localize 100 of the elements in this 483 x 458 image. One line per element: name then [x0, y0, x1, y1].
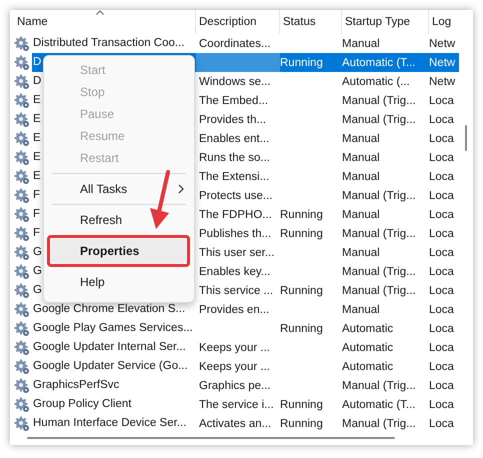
table-cell-text: Manual (Trig... [342, 112, 417, 128]
table-cell-text: Running [280, 284, 324, 298]
table-cell-text: Manual [342, 170, 381, 184]
gear-icon [14, 226, 30, 242]
gear-icon [14, 92, 30, 108]
table-cell-text: Coordinates... [198, 36, 272, 52]
table-cell-text: Loca [429, 188, 455, 204]
table-cell-text: Manual (Trig... [342, 416, 417, 432]
table-cell[interactable]: Human Interface Device Ser... [32, 414, 196, 433]
menu-item[interactable]: Refresh [44, 209, 194, 231]
table-cell-text: Automatic [342, 340, 394, 356]
table-cell-text: Running [280, 208, 324, 222]
gear-icon [14, 168, 30, 184]
table-cell-text: Loca [429, 208, 455, 222]
table-cell-text: Loca [429, 94, 455, 108]
table-cell-text: The Extensi... [198, 170, 270, 184]
table-cell[interactable]: Google Chrome Elevation S... [32, 300, 196, 319]
menu-item[interactable]: Properties [51, 239, 186, 263]
table-cell-text: Enables ent... [198, 132, 270, 146]
table-cell[interactable]: Google Play Games Services... [32, 319, 196, 338]
table-cell-text: Keeps your ... [198, 360, 271, 374]
table-cell-text: Publishes th... [198, 226, 272, 242]
gear-icon [14, 282, 30, 298]
table-cell[interactable]: Group Policy Client [32, 395, 196, 414]
column-header[interactable]: Startup Type [342, 10, 429, 34]
table-cell-text: Netw [429, 36, 456, 52]
table-cell[interactable]: Google Updater Internal Ser... [32, 338, 196, 357]
table-cell-text: Manual [342, 150, 381, 166]
table-cell-text: Loca [429, 302, 455, 318]
chevron-right-icon [178, 184, 184, 194]
table-cell-text: Loca [429, 378, 455, 394]
table-cell-text: Loca [429, 416, 455, 432]
scrollbar-thumb[interactable] [27, 437, 395, 439]
table-cell-text: Running [280, 398, 324, 412]
gear-icon [14, 358, 30, 374]
gear-icon [14, 112, 30, 128]
table-cell-text: Enables key... [198, 264, 272, 280]
table-cell[interactable]: Distributed Transaction Coo... [32, 34, 196, 53]
column-header[interactable]: Status [280, 10, 342, 34]
column-header[interactable]: Description [196, 10, 280, 34]
gear-icon [14, 74, 30, 90]
table-cell-text: Manual (Trig... [342, 94, 417, 108]
gear-icon [14, 150, 30, 166]
menu-item[interactable]: Help [44, 271, 194, 293]
table-cell-text: This user ser... [198, 246, 276, 260]
table-cell-text: Manual [342, 132, 381, 146]
table-cell-text: Windows se... [198, 74, 272, 90]
scrollbar-thumb[interactable] [465, 125, 467, 151]
table-cell-text: Loca [429, 132, 455, 146]
gear-icon [14, 396, 30, 412]
table-cell-text: Manual [342, 246, 381, 260]
table-cell: Automatic (T... [342, 53, 429, 72]
table-cell-text: Runs the so... [198, 150, 271, 166]
table-cell-text: Manual [342, 208, 381, 222]
table-cell-text: Netw [429, 74, 456, 90]
table-cell-text: Loca [429, 322, 455, 336]
table-cell-text: Running [280, 416, 324, 432]
table-cell-text: Loca [429, 398, 455, 412]
gear-icon [14, 320, 30, 336]
gear-icon [14, 206, 30, 222]
table-cell-text: Automatic (T... [342, 398, 416, 412]
table-cell-text: Manual (Trig... [342, 226, 417, 242]
table-cell-text: Manual (Trig... [342, 284, 417, 298]
table-cell-text: Running [280, 226, 324, 242]
table-cell-text: Loca [429, 112, 455, 128]
table-cell-text: This service ... [198, 284, 274, 298]
table-cell-text: Automatic (... [342, 74, 411, 90]
table-cell-text: Loca [429, 360, 455, 374]
table-cell-text: Manual [342, 302, 381, 318]
table-cell-text: Activates an... [198, 416, 272, 432]
table-cell-text: Loca [429, 340, 455, 356]
gear-icon [14, 302, 30, 318]
table-cell-text: Loca [429, 150, 455, 166]
table-cell-text: Loca [429, 226, 455, 242]
column-header[interactable]: Log [429, 10, 459, 34]
table-cell-text: Provides en... [198, 302, 270, 318]
table-cell-text: Loca [429, 264, 455, 280]
table-cell-text: The Embed... [198, 94, 270, 108]
table-cell[interactable]: GraphicsPerfSvc [32, 376, 196, 395]
table-cell-text: Protects use... [198, 188, 274, 204]
table-cell-text: Manual (Trig... [342, 264, 417, 280]
gear-icon [14, 54, 30, 70]
gear-icon [14, 188, 30, 204]
gear-icon [14, 36, 30, 52]
gear-icon [14, 264, 30, 280]
table-cell-text: The FDPHO... [198, 208, 273, 222]
gear-icon [14, 378, 30, 394]
table-cell[interactable]: Google Updater Service (Go... [32, 357, 196, 376]
table-cell: Netw [429, 53, 459, 72]
gear-icon [14, 244, 30, 260]
gear-icon [14, 340, 30, 356]
table-cell-text: Manual (Trig... [342, 188, 417, 204]
column-header[interactable]: Name [14, 10, 196, 34]
table-cell-text: Automatic [342, 322, 394, 336]
gear-icon [14, 416, 30, 432]
table-cell: Running [280, 53, 342, 72]
menu-item[interactable]: All Tasks [44, 178, 194, 200]
table-cell-text: Running [280, 322, 324, 336]
table-cell-text: Loca [429, 284, 455, 298]
table-cell-text: Loca [429, 170, 455, 184]
